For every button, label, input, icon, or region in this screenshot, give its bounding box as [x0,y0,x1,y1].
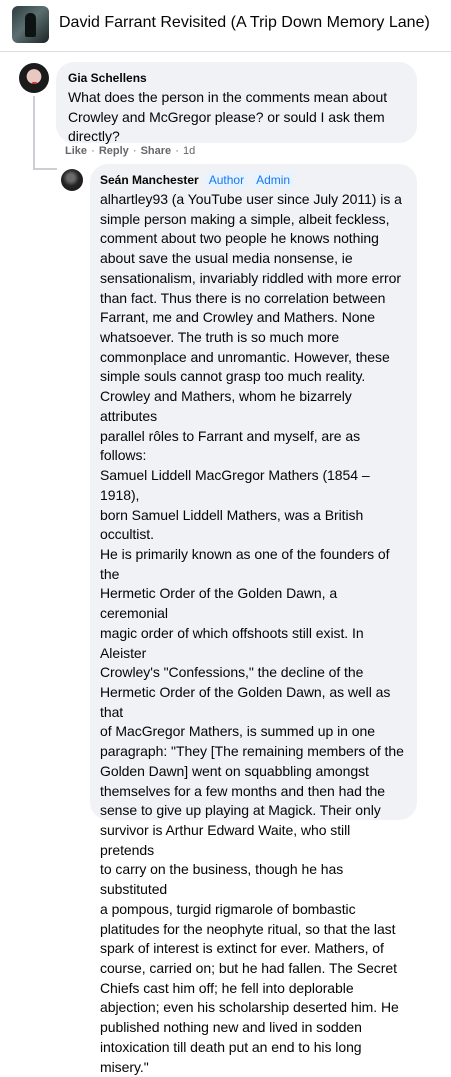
reply-bubble-sean: Seán Manchester Author Admin alhartley93… [90,164,417,1075]
group-title[interactable]: David Farrant Revisited (A Trip Down Mem… [59,14,430,32]
share-button[interactable]: Share [141,145,172,157]
figure-silhouette [25,13,36,37]
separator-dot: · [91,145,95,157]
author-badge: Author [204,172,249,188]
reply-text: alhartley93 (a YouTube user since July 2… [100,191,404,1075]
like-button[interactable]: Like [65,145,87,157]
avatar-sean-manchester[interactable] [61,169,83,191]
reply-author[interactable]: Seán Manchester [100,172,199,188]
avatar-gia-schellens[interactable] [19,63,49,93]
separator-dot: · [175,145,179,157]
avatar-detail [32,82,37,84]
admin-badge: Admin [252,172,295,188]
thread-line-elbow [33,168,57,170]
group-header: David Farrant Revisited (A Trip Down Mem… [0,0,451,52]
separator-dot: · [132,145,137,157]
comment-bubble-gia: Gia Schellens What does the person in th… [56,62,417,144]
reply-author-row: Seán Manchester Author Admin [100,172,407,188]
comment-text: What does the person in the comments mea… [68,89,388,145]
reply-button[interactable]: Reply [99,145,129,157]
group-cover-thumbnail[interactable] [12,6,49,43]
comment-actions: Like · Reply · Share · 1d [65,145,195,157]
thread-line-vertical [33,96,35,170]
comment-author[interactable]: Gia Schellens [68,70,405,86]
comment-timestamp[interactable]: 1d [183,145,195,157]
